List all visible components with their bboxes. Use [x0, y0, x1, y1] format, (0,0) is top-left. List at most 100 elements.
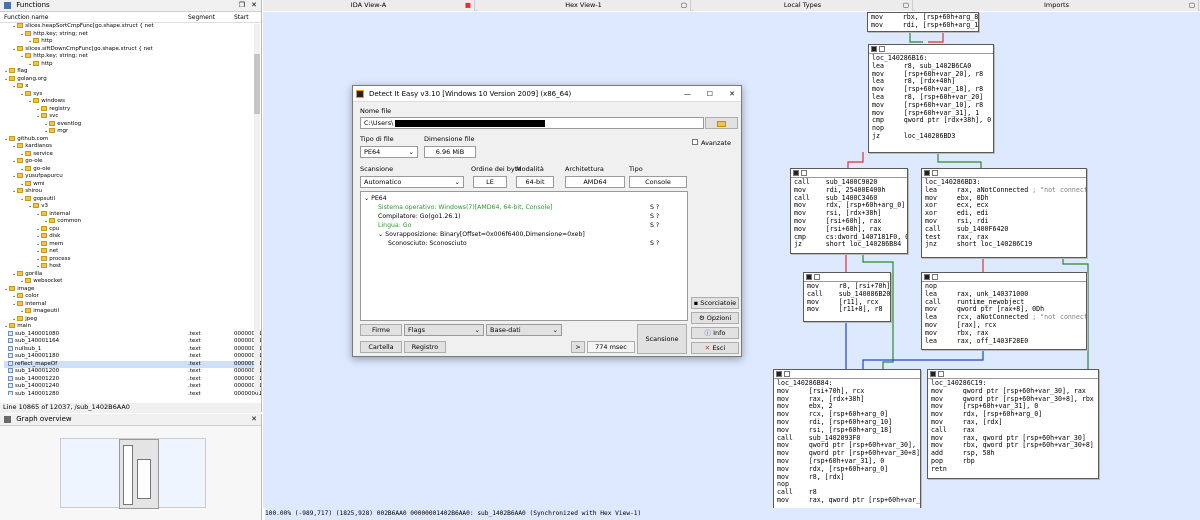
tab-local-types[interactable]: Local Types ▢ — [693, 0, 913, 11]
tree-folder[interactable]: ⌄ mem — [4, 240, 261, 249]
browse-folder-button[interactable] — [705, 117, 738, 129]
tab-close-icon[interactable]: ▢ — [681, 0, 687, 11]
function-row[interactable]: sub_140001240.text000000014 — [4, 383, 261, 391]
chevron-icon[interactable]: ⌄ — [36, 211, 40, 217]
result-row[interactable]: Lingua: Go S ? — [364, 221, 684, 230]
graph-icon[interactable] — [879, 46, 885, 52]
folder-button[interactable]: Cartella — [360, 341, 402, 353]
database-select[interactable]: Base-dati ⌄ — [486, 324, 562, 336]
graph-block-newobject[interactable]: nop lea rax, unk_140371000 call runtime_ne… — [921, 272, 1087, 350]
chevron-icon[interactable]: ⌄ — [20, 151, 24, 157]
asm-line[interactable]: mov rax, qword ptr [rsp+60h+var_30] — [777, 496, 920, 505]
tree-folder[interactable]: ⌄ imageutil — [4, 308, 261, 316]
chevron-icon[interactable]: ⌄ — [20, 278, 24, 284]
signatures-button[interactable]: Firme — [360, 324, 402, 336]
chevron-icon[interactable]: ⌄ — [36, 226, 40, 232]
chevron-icon[interactable]: ⌄ — [12, 143, 16, 149]
chevron-icon[interactable]: ⌄ — [20, 308, 24, 314]
chevron-icon[interactable]: ⌄ — [4, 286, 8, 292]
tree-folder[interactable]: ⌄ windows — [4, 98, 261, 106]
asm-line[interactable]: retn — [931, 465, 1095, 474]
tree-folder[interactable]: ⌄ flag — [4, 68, 261, 76]
chevron-icon[interactable]: ⌄ — [12, 173, 16, 179]
chevron-icon[interactable]: ⌄ — [28, 61, 32, 67]
chevron-icon[interactable]: ⌄ — [12, 188, 16, 194]
chevron-icon[interactable]: ⌄ — [12, 83, 16, 89]
tree-folder[interactable]: ⌄ wmi — [4, 180, 261, 189]
color-icon[interactable] — [924, 170, 930, 176]
chevron-icon[interactable]: ⌄ — [4, 323, 8, 329]
arrow-button[interactable]: > — [571, 341, 585, 353]
close-icon[interactable]: ✕ — [729, 86, 735, 102]
color-icon[interactable] — [924, 274, 930, 280]
asm-line[interactable]: mov rdi, [rsp+60h+arg_18] — [871, 21, 978, 30]
tree-folder[interactable]: ⌄ jpeg — [4, 315, 261, 324]
shortcuts-button[interactable]: ▪ Scorciatoie — [691, 297, 739, 309]
color-icon[interactable] — [793, 170, 799, 176]
asm-line[interactable]: jz short loc_140286B84 — [794, 240, 904, 249]
chevron-icon[interactable]: ⌄ — [44, 121, 48, 127]
graph-block-loc-140286bd3[interactable]: loc_140286BD3: lea rax, aNotConnected ; "… — [921, 168, 1087, 258]
flags-select[interactable]: Flags ⌄ — [404, 324, 484, 336]
chevron-icon[interactable]: ⌄ — [12, 316, 16, 322]
tree-folder[interactable]: ⌄ common — [4, 218, 261, 226]
tree-folder[interactable]: ⌄ github.com — [4, 135, 261, 144]
tree-folder[interactable]: ⌄ go-ole — [4, 158, 261, 166]
scan-button[interactable]: Scansione — [637, 324, 687, 354]
color-icon[interactable] — [806, 274, 812, 280]
graph-block-mov-r8[interactable]: mov r8, [rsi+70h] call sub_140086B20 mov [… — [803, 272, 891, 322]
tree-folder[interactable]: ⌄ cpu — [4, 225, 261, 234]
graph-block-loc-140286b16[interactable]: loc_140286B16: lea r8, sub_1402B6CA0 mov [… — [868, 44, 994, 153]
chevron-icon[interactable]: ⌄ — [36, 233, 40, 239]
tree-folder[interactable]: ⌄ net — [4, 248, 261, 256]
tab-close-icon[interactable]: ▢ — [903, 0, 909, 11]
chevron-icon[interactable]: ⌄ — [36, 106, 40, 112]
tree-folder[interactable]: ⌄ kardianos — [4, 143, 261, 151]
chevron-icon[interactable]: ⌄ — [12, 271, 16, 277]
tab-imports[interactable]: Imports ▢ — [915, 0, 1199, 11]
tree-folder[interactable]: ⌄ internal — [4, 210, 261, 219]
tree-folder[interactable]: ⌄ x — [4, 83, 261, 91]
graph-icon[interactable] — [932, 274, 938, 280]
chevron-icon[interactable]: ⌄ — [20, 196, 24, 202]
tree-folder[interactable]: ⌄ slices.siftDownCmpFunc[go.shape.struct … — [4, 45, 261, 54]
tree-folder[interactable]: ⌄ eventlog — [4, 120, 261, 129]
scan-mode-select[interactable]: Automatico ⌄ — [360, 176, 464, 188]
tree-folder[interactable]: ⌄ http — [4, 38, 261, 46]
function-row[interactable]: nullsub_1.text000000014 — [4, 345, 261, 354]
tree-folder[interactable]: ⌄ yusufpapurcu — [4, 173, 261, 181]
chevron-icon[interactable]: ⌄ — [12, 301, 16, 307]
chevron-icon[interactable]: ⌄ — [20, 91, 24, 97]
tree-folder[interactable]: ⌄ process — [4, 255, 261, 264]
tab-close-icon[interactable]: ▢ — [1189, 0, 1195, 11]
options-button[interactable]: ⚙ Opzioni — [691, 312, 739, 324]
advanced-checkbox[interactable]: Avanzate — [692, 139, 731, 147]
chevron-icon[interactable]: ⌄ — [4, 136, 8, 142]
chevron-icon[interactable]: ⌄ — [20, 181, 24, 187]
color-icon[interactable] — [930, 371, 936, 377]
asm-line[interactable]: mov r8, [rdx] — [777, 473, 917, 482]
result-row[interactable]: ⌄ Sovrapposizione: Binary[Offset=0x006f6… — [364, 230, 684, 239]
tree-folder[interactable]: ⌄ shirou — [4, 188, 261, 196]
chevron-icon[interactable]: ⌄ — [28, 38, 32, 44]
tree-folder[interactable]: ⌄ golang.org — [4, 75, 261, 84]
tree-folder[interactable]: ⌄ websocket — [4, 278, 261, 286]
tree-folder[interactable]: ⌄ v3 — [4, 203, 261, 211]
result-row[interactable]: Sistema operativo: Windows(7)[AMD64, 64-… — [364, 203, 684, 212]
file-type-select[interactable]: PE64 ⌄ — [360, 146, 418, 158]
tree-folder[interactable]: ⌄ disk — [4, 233, 261, 241]
col-start[interactable]: Start — [234, 12, 249, 23]
asm-line[interactable]: cmp qword ptr [rdx+38h], 0 — [872, 116, 991, 125]
tree-folder[interactable]: ⌄ gopsutil — [4, 195, 261, 204]
tree-folder[interactable]: ⌄ registry — [4, 105, 261, 114]
chevron-icon[interactable]: ⌄ — [12, 46, 16, 52]
file-path-field[interactable]: C:\Users\ — [360, 117, 704, 129]
graph-block-loc-140286c19[interactable]: loc_140286C19: mov qword ptr [rsp+60h+var… — [927, 369, 1099, 479]
panel-close-icon[interactable]: ✕ — [251, 1, 257, 9]
log-button[interactable]: Registro — [404, 341, 446, 353]
chevron-icon[interactable]: ⌄ — [36, 256, 40, 262]
tab-hex-view[interactable]: Hex View-1 ▢ — [477, 0, 691, 11]
asm-line[interactable]: pop rbp — [931, 457, 1095, 466]
tree-folder[interactable]: ⌄ http.key; string; net — [4, 53, 261, 61]
tree-folder[interactable]: ⌄ internal — [4, 300, 261, 309]
